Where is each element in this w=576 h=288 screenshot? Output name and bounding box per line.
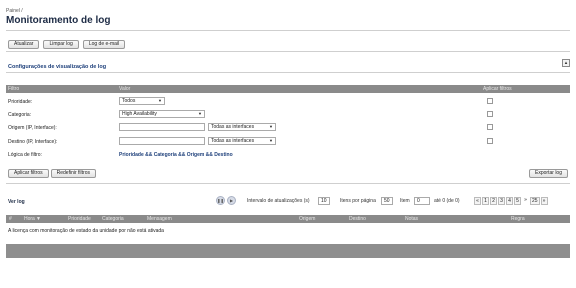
toolbar-divider (6, 51, 570, 52)
clear-log-button[interactable]: Limpar log (43, 40, 79, 49)
logic-label: Lógica de filtro: (8, 152, 42, 158)
filter-row-category: Categoria: High Availability ▼ (6, 109, 570, 121)
section-divider (6, 72, 570, 73)
column-source[interactable]: Origem (299, 216, 315, 222)
source-interface-value: Todas as interfaces (211, 124, 255, 130)
license-message: A licença com monitoração de estado da u… (8, 228, 164, 234)
collapse-section-button[interactable]: ▴ (562, 59, 570, 67)
toolbar: Atualizar Limpar log Log de e-mail (8, 40, 126, 49)
header-filter: Filtro (8, 86, 20, 92)
title-divider (6, 30, 570, 31)
source-label: Origem (IP, Interface): (8, 125, 57, 131)
page-button[interactable]: 1 (482, 197, 489, 205)
dropdown-arrow-icon: ▼ (269, 124, 273, 129)
breadcrumb[interactable]: Painel / (6, 8, 23, 14)
next-page-icon[interactable]: » (522, 197, 529, 205)
first-page-icon[interactable]: « (474, 197, 481, 205)
email-log-button[interactable]: Log de e-mail (82, 40, 126, 49)
destination-label: Destino (IP, Interface): (8, 139, 58, 145)
page-button[interactable]: 2 (490, 197, 497, 205)
export-log-button[interactable]: Exportar log (529, 169, 568, 178)
destination-interface-select[interactable]: Todas as interfaces ▼ (208, 137, 276, 145)
category-select-value: High Availability (122, 111, 157, 117)
dropdown-arrow-icon: ▼ (198, 111, 202, 116)
destination-ip-input[interactable] (119, 137, 205, 145)
column-category[interactable]: Categoria (102, 216, 124, 222)
priority-label: Prioridade: (8, 99, 33, 105)
refresh-button[interactable]: Atualizar (8, 40, 40, 49)
sort-down-icon: ▼ (36, 216, 41, 222)
apply-priority-checkbox[interactable] (487, 98, 493, 104)
log-view-title: Ver log (8, 199, 25, 205)
category-select[interactable]: High Availability ▼ (119, 110, 205, 118)
last-page-icon[interactable]: » (540, 197, 548, 205)
actions-divider (6, 183, 570, 184)
filter-row-logic: Lógica de filtro: Prioridade && Categori… (6, 149, 570, 161)
page-button[interactable]: 4 (506, 197, 513, 205)
log-table-header: # Hora ▼ Prioridade Categoria Mensagem O… (6, 215, 570, 223)
items-per-page-input[interactable]: 50 (381, 197, 393, 205)
column-priority[interactable]: Prioridade (68, 216, 91, 222)
bottom-bar (6, 244, 570, 258)
page-button[interactable]: 5 (514, 197, 521, 205)
item-label: Item (400, 198, 410, 204)
play-icon[interactable]: ▶ (227, 196, 236, 205)
destination-interface-value: Todas as interfaces (211, 138, 255, 144)
dropdown-arrow-icon: ▼ (158, 98, 162, 103)
apply-filters-button[interactable]: Aplicar filtros (8, 169, 49, 178)
column-rule[interactable]: Regra (511, 216, 525, 222)
filter-table-header: Filtro Valor Aplicar filtros (6, 85, 570, 93)
filter-row-destination: Destino (IP, Interface): Todas as interf… (6, 136, 570, 148)
range-text: até 0 (de 0) (434, 198, 460, 204)
filter-actions: Aplicar filtros Redefinir filtros (8, 169, 96, 178)
column-message[interactable]: Mensagem (147, 216, 172, 222)
items-per-page-label: Itens por página (340, 198, 376, 204)
reset-filters-button[interactable]: Redefinir filtros (50, 169, 96, 178)
playback-controls: ❚❚ ▶ (216, 196, 236, 205)
item-input[interactable]: 0 (414, 197, 430, 205)
apply-destination-checkbox[interactable] (487, 138, 493, 144)
filter-section-title: Configurações de visualização de log (8, 64, 107, 70)
page-button[interactable]: 3 (498, 197, 505, 205)
pagination: « 1 2 3 4 5 » 25 » (474, 197, 548, 205)
refresh-interval-label: Intervalo de atualizações (s) (247, 198, 310, 204)
column-num: # (9, 216, 12, 222)
refresh-interval-input[interactable]: 10 (318, 197, 330, 205)
page-title: Monitoramento de log (6, 15, 111, 26)
chevron-up-icon: ▴ (564, 60, 568, 66)
column-notes[interactable]: Notas (405, 216, 418, 222)
priority-select[interactable]: Todos ▼ (119, 97, 165, 105)
last-page-button[interactable]: 25 (530, 197, 540, 205)
pause-icon[interactable]: ❚❚ (216, 196, 225, 205)
category-label: Categoria: (8, 112, 32, 118)
header-value: Valor (119, 86, 131, 92)
header-apply: Aplicar filtros (483, 86, 512, 92)
column-destination[interactable]: Destino (349, 216, 366, 222)
logic-value: Prioridade && Categoria && Origem && Des… (119, 152, 233, 158)
filter-row-source: Origem (IP, Interface): Todas as interfa… (6, 122, 570, 134)
apply-category-checkbox[interactable] (487, 111, 493, 117)
dropdown-arrow-icon: ▼ (269, 138, 273, 143)
column-time[interactable]: Hora (24, 216, 35, 222)
filter-row-priority: Prioridade: Todos ▼ (6, 96, 570, 108)
source-interface-select[interactable]: Todas as interfaces ▼ (208, 123, 276, 131)
apply-source-checkbox[interactable] (487, 124, 493, 130)
source-ip-input[interactable] (119, 123, 205, 131)
priority-select-value: Todos (122, 98, 136, 104)
